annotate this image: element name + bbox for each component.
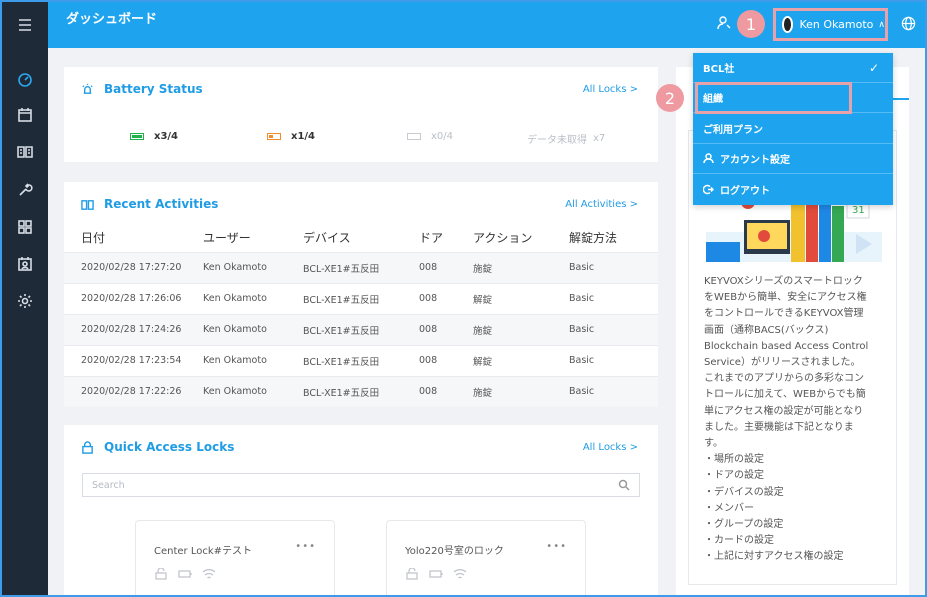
page-title: ダッシュボード: [66, 12, 158, 27]
all-locks-link[interactable]: All Locks >: [583, 84, 638, 95]
table-row: 2020/02/28 17:22:26 Ken Okamoto BCL-XE1#五反…: [64, 375, 658, 407]
lock-name: Yolo220号室のロック: [405, 546, 504, 557]
account-dropdown: BCL社 ✓ 組織 ご利用プラン アカウント設定 ログアウト: [693, 53, 893, 205]
column-unlock-method: 解錠方法: [569, 231, 618, 246]
column-device: デバイス: [303, 231, 351, 246]
table-header-row: 日付 ユーザー デバイス ドア アクション 解錠方法: [64, 224, 658, 252]
alarm-icon: [82, 83, 93, 94]
battery-low-count: x1/4: [267, 131, 315, 142]
battery-icon: [429, 570, 443, 578]
lock-icon: [82, 440, 93, 454]
more-icon[interactable]: •••: [546, 541, 567, 552]
calendar-icon[interactable]: [2, 100, 48, 130]
grid-icon[interactable]: [2, 212, 48, 242]
battery-icon: [178, 570, 192, 578]
table-row: 2020/02/28 17:27:20 Ken Okamoto BCL-XE1#五反…: [64, 251, 658, 283]
user-menu-button[interactable]: Ken Okamoto ∧: [773, 8, 888, 41]
battery-status-title: Battery Status: [81, 82, 203, 96]
battery-unknown-count: データ未取得 x7: [527, 133, 606, 146]
menu-item-plan[interactable]: ご利用プラン: [693, 114, 893, 144]
battery-full-icon: [130, 133, 144, 140]
menu-item-company[interactable]: BCL社 ✓: [693, 53, 893, 83]
menu-item-account-settings[interactable]: アカウント設定: [693, 144, 893, 174]
recent-activities-card: Recent Activities All Activities > 日付 ユー…: [64, 182, 658, 407]
logout-icon: [703, 184, 714, 194]
step-2-badge: 2: [656, 84, 684, 112]
organization-highlight: [695, 82, 852, 114]
lock-status-icons: [154, 568, 216, 580]
activities-table: 日付 ユーザー デバイス ドア アクション 解錠方法 2020/02/28 17…: [64, 224, 658, 407]
table-row: 2020/02/28 17:23:54 Ken Okamoto BCL-XE1#五反…: [64, 344, 658, 376]
search-icon: [618, 479, 630, 491]
more-icon[interactable]: •••: [295, 541, 316, 552]
quick-access-card: Quick Access Locks All Locks > Search Ce…: [64, 425, 658, 597]
battery-full-count: x3/4: [130, 131, 178, 142]
search-input[interactable]: Search: [82, 473, 640, 497]
chevron-up-icon: ∧: [878, 19, 885, 30]
sidebar: [2, 2, 48, 595]
lock-card[interactable]: Yolo220号室のロック •••: [386, 520, 586, 597]
battery-empty-count: x0/4: [407, 131, 453, 142]
battery-low-icon: [267, 133, 281, 140]
all-activities-link[interactable]: All Activities >: [565, 199, 638, 210]
avatar: [782, 16, 794, 33]
table-row: 2020/02/28 17:24:26 Ken Okamoto BCL-XE1#五反…: [64, 313, 658, 345]
search-placeholder: Search: [92, 479, 125, 491]
column-user: ユーザー: [203, 231, 251, 246]
menu-icon[interactable]: [2, 10, 48, 40]
globe-icon[interactable]: [901, 16, 916, 31]
table-row: 2020/02/28 17:26:06 Ken Okamoto BCL-XE1#五反…: [64, 282, 658, 314]
column-date: 日付: [81, 231, 106, 246]
lock-name: Center Lock#テスト: [154, 546, 253, 557]
wrench-icon[interactable]: [2, 175, 48, 205]
column-door: ドア: [419, 231, 444, 246]
recent-activities-title: Recent Activities: [81, 197, 218, 211]
lock-card[interactable]: Center Lock#テスト •••: [135, 520, 335, 597]
wifi-icon: [453, 569, 467, 579]
book-icon: [81, 199, 94, 210]
contact-icon[interactable]: [2, 249, 48, 279]
lock-icon: [155, 568, 167, 580]
calendar-number: 31: [852, 205, 865, 216]
wifi-icon: [202, 569, 216, 579]
gear-icon[interactable]: [2, 286, 48, 316]
user-icon: [703, 153, 714, 164]
user-name: Ken Okamoto: [799, 18, 874, 31]
battery-empty-icon: [407, 133, 421, 140]
column-action: アクション: [473, 231, 533, 246]
dashboard-icon[interactable]: [2, 64, 48, 94]
menu-item-logout[interactable]: ログアウト: [693, 174, 893, 204]
quick-access-title: Quick Access Locks: [81, 440, 234, 454]
lock-icon: [406, 568, 418, 580]
all-locks-link-2[interactable]: All Locks >: [583, 442, 638, 453]
step-1-badge: 1: [737, 10, 765, 38]
battery-status-card: Battery Status All Locks > x3/4 x1/4 x0/…: [64, 67, 658, 162]
person-search-icon[interactable]: [716, 15, 732, 31]
top-bar: ダッシュボード Ken Okamoto ∧: [48, 2, 925, 48]
lock-status-icons: [405, 568, 467, 580]
check-icon: ✓: [868, 60, 879, 75]
book-icon[interactable]: [2, 137, 48, 167]
news-text: KEYVOXシリーズのスマートロック をWEBから簡単、安全にアクセス権 をコン…: [704, 276, 869, 563]
